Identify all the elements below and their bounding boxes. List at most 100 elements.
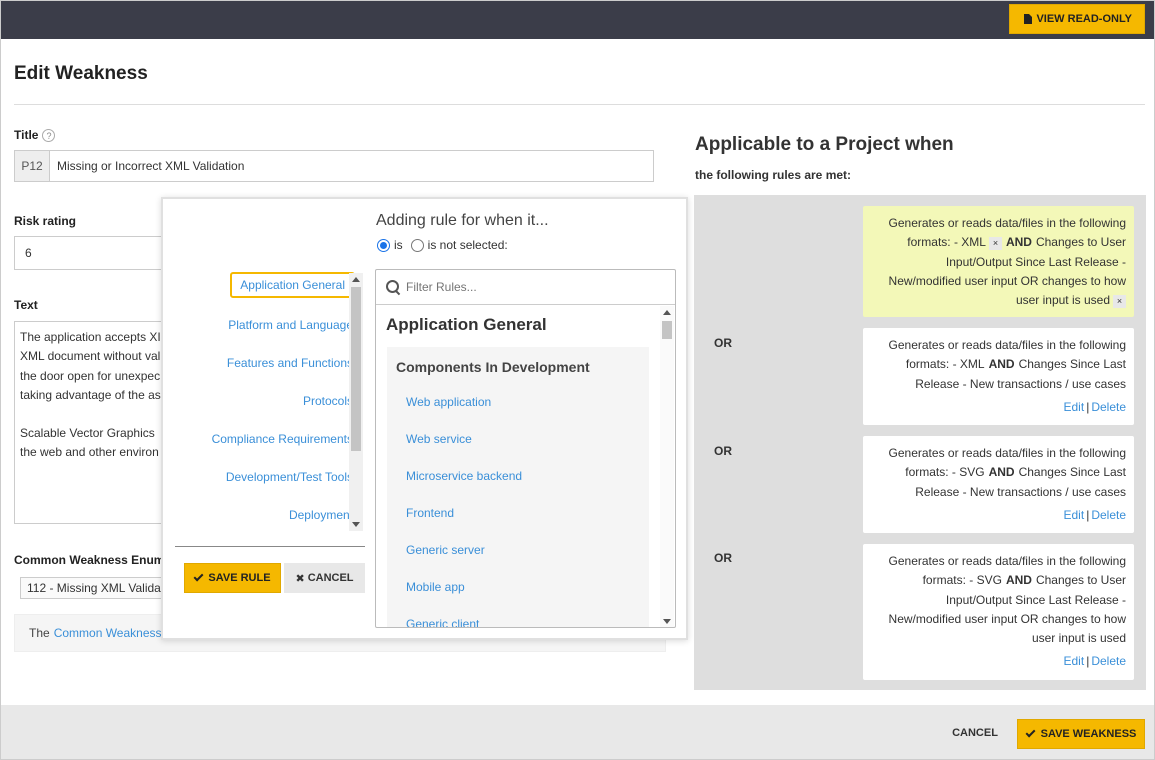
rule-card[interactable]: Generates or reads data/files in the fol… xyxy=(863,544,1134,680)
cancel-rule-button[interactable]: ✖ CANCEL xyxy=(284,563,365,593)
radio-is[interactable] xyxy=(377,238,390,252)
rule-text: Generates or reads data/files in the fol… xyxy=(888,338,1126,352)
title-prefix: P12 xyxy=(15,151,50,181)
help-icon[interactable]: ? xyxy=(42,129,56,143)
risk-rating-input[interactable] xyxy=(14,236,174,270)
modal-divider xyxy=(175,546,365,547)
scroll-thumb[interactable] xyxy=(662,321,672,339)
save-weakness-button[interactable]: SAVE WEAKNESS xyxy=(1017,719,1145,749)
rule-text: New/modified user input OR changes to ho… xyxy=(888,273,1126,288)
category-scrollbar[interactable] xyxy=(349,273,363,531)
rule-text: Generates or reads data/files in the fol… xyxy=(888,554,1126,568)
text-line: the web and other environ xyxy=(20,445,159,460)
rule-actions: Edit | Delete xyxy=(1063,654,1127,669)
remove-chip-icon[interactable]: × xyxy=(1113,295,1126,309)
rule-text: Generates or reads data/files in the fol… xyxy=(888,216,1126,230)
text-editor[interactable]: The application accepts XI XML document … xyxy=(14,321,174,524)
category-list: Application General Platform and Languag… xyxy=(173,269,363,531)
or-label: OR xyxy=(714,444,732,458)
category-item[interactable]: Protocols xyxy=(303,394,353,408)
scroll-up-icon[interactable] xyxy=(663,310,671,315)
rule-option[interactable]: Microservice backend xyxy=(406,469,522,483)
text-line: XML document without val xyxy=(20,349,161,364)
title-label-row: Title? xyxy=(14,128,56,143)
rule-text: New/modified user input OR changes to ho… xyxy=(888,611,1126,626)
rule-actions: Edit | Delete xyxy=(1063,399,1127,414)
edit-link[interactable]: Edit xyxy=(1064,654,1085,668)
edit-link[interactable]: Edit xyxy=(1064,400,1085,414)
rule-card[interactable]: Generates or reads data/files in the fol… xyxy=(863,328,1134,425)
rule-option[interactable]: Generic client xyxy=(406,617,479,627)
title-label: Title xyxy=(14,128,39,142)
scroll-down-icon[interactable] xyxy=(352,522,360,527)
group-title: Application General xyxy=(386,315,547,334)
rule-text: Input/Output Since Last Release - xyxy=(945,592,1126,607)
delete-link[interactable]: Delete xyxy=(1091,654,1126,668)
radio-is-not[interactable] xyxy=(410,238,424,252)
check-icon xyxy=(1025,727,1036,738)
modal-heading: Adding rule for when it... xyxy=(376,212,549,229)
cwe-select[interactable]: 112 - Missing XML Valida xyxy=(20,577,180,599)
save-rule-label: SAVE RULE xyxy=(208,572,271,584)
rule-option[interactable]: Mobile app xyxy=(406,580,465,594)
or-label: OR xyxy=(714,336,732,350)
filter-rules-input[interactable] xyxy=(406,280,646,294)
divider xyxy=(14,104,1145,105)
cancel-rule-label: CANCEL xyxy=(307,572,354,584)
rule-text: Release - New transactions / use cases xyxy=(915,376,1126,391)
applicable-title: Applicable to a Project when xyxy=(695,134,954,155)
category-item[interactable]: Development/Test Tools xyxy=(226,470,353,484)
category-item[interactable]: Features and Functions xyxy=(227,356,353,370)
risk-label: Risk rating xyxy=(14,214,77,228)
scroll-thumb[interactable] xyxy=(351,287,361,451)
rule-card[interactable]: Generates or reads data/files in the fol… xyxy=(863,436,1134,533)
category-item[interactable]: Deployment xyxy=(289,508,353,522)
search-icon xyxy=(386,280,400,294)
save-rule-button[interactable]: SAVE RULE xyxy=(184,563,281,593)
selection-radio-group: is is not selected: xyxy=(377,238,508,252)
save-weakness-label: SAVE WEAKNESS xyxy=(1040,728,1137,740)
view-readonly-label: VIEW READ-ONLY xyxy=(1036,13,1132,25)
delete-link[interactable]: Delete xyxy=(1091,508,1126,522)
scroll-up-icon[interactable] xyxy=(352,277,360,282)
delete-link[interactable]: Delete xyxy=(1091,400,1126,414)
view-readonly-button[interactable]: VIEW READ-ONLY xyxy=(1009,4,1145,34)
rule-text: formats: - XML AND Changes Since Last xyxy=(905,357,1126,372)
rule-option[interactable]: Web service xyxy=(406,432,472,446)
category-item[interactable]: Application General xyxy=(230,272,355,298)
remove-chip-icon[interactable]: × xyxy=(988,237,1002,251)
rule-text: formats: - SVG AND Changes to User xyxy=(922,573,1126,588)
rule-text: user input is used xyxy=(1031,631,1126,646)
rule-option[interactable]: Generic server xyxy=(406,543,485,557)
rule-card[interactable]: Generates or reads data/files in the fol… xyxy=(863,206,1134,317)
rule-text: Generates or reads data/files in the fol… xyxy=(888,446,1126,460)
rule-text: Input/Output Since Last Release - xyxy=(945,254,1126,269)
document-icon xyxy=(1024,14,1033,24)
scroll-down-icon[interactable] xyxy=(663,619,671,624)
radio-is-label: is xyxy=(394,238,403,252)
subgroup-title: Components In Development xyxy=(396,359,590,375)
category-item[interactable]: Compliance Requirements xyxy=(212,432,353,446)
text-line: the door open for unexpec xyxy=(20,368,161,383)
text-label: Text xyxy=(14,298,38,312)
rule-option[interactable]: Frontend xyxy=(406,506,454,520)
rules-browser: Application General Components In Develo… xyxy=(375,269,676,628)
rule-option[interactable]: Web application xyxy=(406,395,491,409)
or-label: OR xyxy=(714,551,732,565)
title-field: P12 xyxy=(14,150,654,182)
rules-scrollbar[interactable] xyxy=(660,306,674,627)
text-line: The application accepts XI xyxy=(20,330,161,344)
check-icon xyxy=(193,571,204,582)
cwe-link[interactable]: Common Weakness xyxy=(54,626,162,640)
title-input[interactable] xyxy=(50,151,653,181)
add-rule-modal: Adding rule for when it... is is not sel… xyxy=(161,197,688,640)
applicable-subtitle: the following rules are met: xyxy=(695,168,852,182)
filter-row xyxy=(376,270,675,305)
page-title: Edit Weakness xyxy=(14,63,148,84)
text-line: taking advantage of the as xyxy=(20,387,161,402)
cancel-button[interactable]: CANCEL xyxy=(944,719,1006,747)
category-item[interactable]: Platform and Language xyxy=(228,318,353,332)
edit-link[interactable]: Edit xyxy=(1064,508,1085,522)
subgroup-box: Components In Development Web applicatio… xyxy=(387,347,649,627)
top-bar: VIEW READ-ONLY xyxy=(0,0,1155,39)
